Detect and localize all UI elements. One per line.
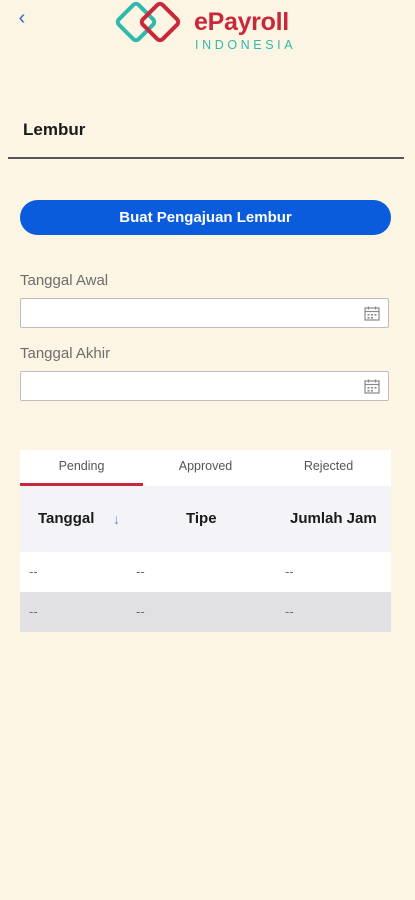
logo-mark-icon (115, 2, 181, 43)
row-cell-tipe: -- (136, 604, 145, 619)
table-row[interactable]: -- -- -- (20, 552, 391, 592)
tab-approved[interactable]: Approved (144, 450, 267, 486)
create-overtime-request-button[interactable]: Buat Pengajuan Lembur (20, 200, 391, 235)
back-button[interactable]: ‹ (12, 6, 32, 30)
calendar-icon[interactable] (364, 379, 380, 394)
tab-pending[interactable]: Pending (20, 450, 143, 486)
chevron-left-icon: ‹ (18, 7, 26, 29)
status-tabs: Pending Approved Rejected (20, 450, 391, 486)
app-header: ‹ ePayroll INDONESIA (0, 0, 415, 60)
calendar-icon[interactable] (364, 306, 380, 321)
table-header: Tanggal ↓ Tipe Jumlah Jam (20, 486, 391, 552)
column-header-jumlah-jam[interactable]: Jumlah Jam (290, 486, 377, 552)
column-header-tanggal[interactable]: Tanggal (38, 486, 94, 552)
start-date-field[interactable] (20, 298, 389, 328)
row-cell-tipe: -- (136, 564, 145, 579)
column-header-tipe[interactable]: Tipe (186, 486, 217, 552)
start-date-label: Tanggal Awal (20, 272, 109, 289)
logo-subtitle: INDONESIA (195, 38, 297, 52)
title-divider (8, 157, 404, 159)
row-cell-tanggal: -- (29, 604, 38, 619)
row-cell-jumlah-jam: -- (285, 604, 294, 619)
epayroll-logo: ePayroll INDONESIA (112, 2, 327, 54)
row-cell-tanggal: -- (29, 564, 38, 579)
sort-down-icon[interactable]: ↓ (113, 486, 120, 552)
logo-wordmark: ePayroll (194, 8, 289, 36)
table-row[interactable]: -- -- -- (20, 592, 391, 632)
page-title: Lembur (23, 120, 86, 139)
row-cell-jumlah-jam: -- (285, 564, 294, 579)
tab-rejected[interactable]: Rejected (267, 450, 390, 486)
end-date-field[interactable] (20, 371, 389, 401)
end-date-label: Tanggal Akhir (20, 345, 111, 362)
